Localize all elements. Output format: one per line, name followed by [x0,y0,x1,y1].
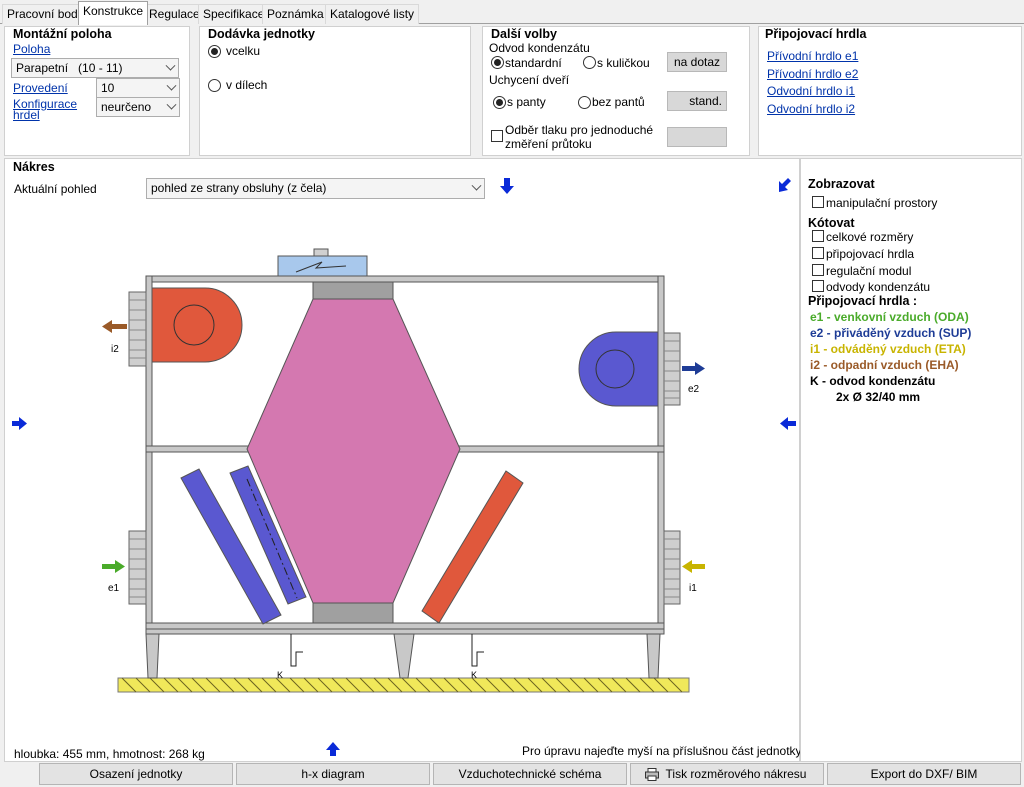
tisk-nakresu-label: Tisk rozměrového nákresu [665,767,807,781]
tab-konstrukce[interactable]: Konstrukce [78,1,149,25]
condensate-drain-right [471,634,484,667]
exchanger-bottom-cap [312,602,394,624]
hx-diagram-button[interactable]: h-x diagram [236,763,430,785]
zobrazovat-title: Zobrazovat [808,177,875,191]
legend-e1: e1 - venkovní vzduch (ODA) [810,310,969,324]
base-rail [145,628,665,635]
control-module-connector [313,248,329,257]
kot-modul-checkbox[interactable] [812,264,824,276]
kot-hrdla-checkbox[interactable] [812,247,824,259]
export-dxf-button[interactable]: Export do DXF/ BIM [827,763,1021,785]
port-label-e2: e2 [688,384,700,395]
nav-arrow-up-icon[interactable] [326,742,340,756]
kot-hrdla-label: připojovací hrdla [826,247,915,261]
kot-modul-label: regulační modul [826,264,912,278]
vzduchotechnicke-schema-button[interactable]: Vzduchotechnické schéma [433,763,627,785]
nav-arrow-diagonal-icon[interactable] [779,178,791,192]
hrdla-title: Připojovací hrdla : [808,294,918,308]
port-label-k-left: K [277,670,283,680]
legend-dims: 2x Ø 32/40 mm [836,390,921,404]
kot-celkove-label: celkové rozměry [826,230,914,244]
printer-icon [645,768,659,781]
unit-legs [145,633,661,679]
condensate-drain-left [290,634,303,667]
fan-e2[interactable] [578,331,659,407]
side-panel: Zobrazovat manipulační prostory Kótovat … [800,158,1022,762]
kot-celkove-checkbox[interactable] [812,230,824,242]
kot-odvody-label: odvody kondenzátu [826,280,931,294]
legend-k: K - odvod kondenzátu [810,374,936,388]
arrow-i1-icon [682,560,705,573]
osazeni-button[interactable]: Osazení jednotky [39,763,233,785]
nav-arrow-right-icon[interactable] [12,417,27,430]
exchanger-top-cap [312,281,394,300]
port-label-i1: i1 [689,583,697,594]
nav-arrow-left-icon[interactable] [780,417,796,430]
legend-i2: i2 - odpadní vzduch (EHA) [810,358,959,372]
kot-odvody-checkbox[interactable] [812,280,824,292]
casing-bottom-rail [145,622,665,630]
arrow-i2-icon [102,320,127,333]
manip-label: manipulační prostory [826,196,938,210]
manip-checkbox[interactable] [812,196,824,208]
port-label-i2: i2 [111,344,119,355]
nav-arrow-down-icon[interactable] [500,178,514,194]
legend-e2: e2 - přiváděný vzduch (SUP) [810,326,972,340]
legend-i1: i1 - odváděný vzduch (ETA) [810,342,966,356]
kotovat-title: Kótovat [808,216,855,230]
tisk-nakresu-button[interactable]: Tisk rozměrového nákresu [630,763,824,785]
unit-drawing: i2 e2 e1 i1 K K [12,178,796,756]
fan-i2[interactable] [151,287,243,363]
port-label-k-right: K [471,670,477,680]
casing-top-rail [145,275,665,283]
control-module[interactable] [277,255,368,277]
arrow-e1-icon [102,560,125,573]
arrow-e2-icon [682,362,705,375]
port-label-e1: e1 [108,583,120,594]
